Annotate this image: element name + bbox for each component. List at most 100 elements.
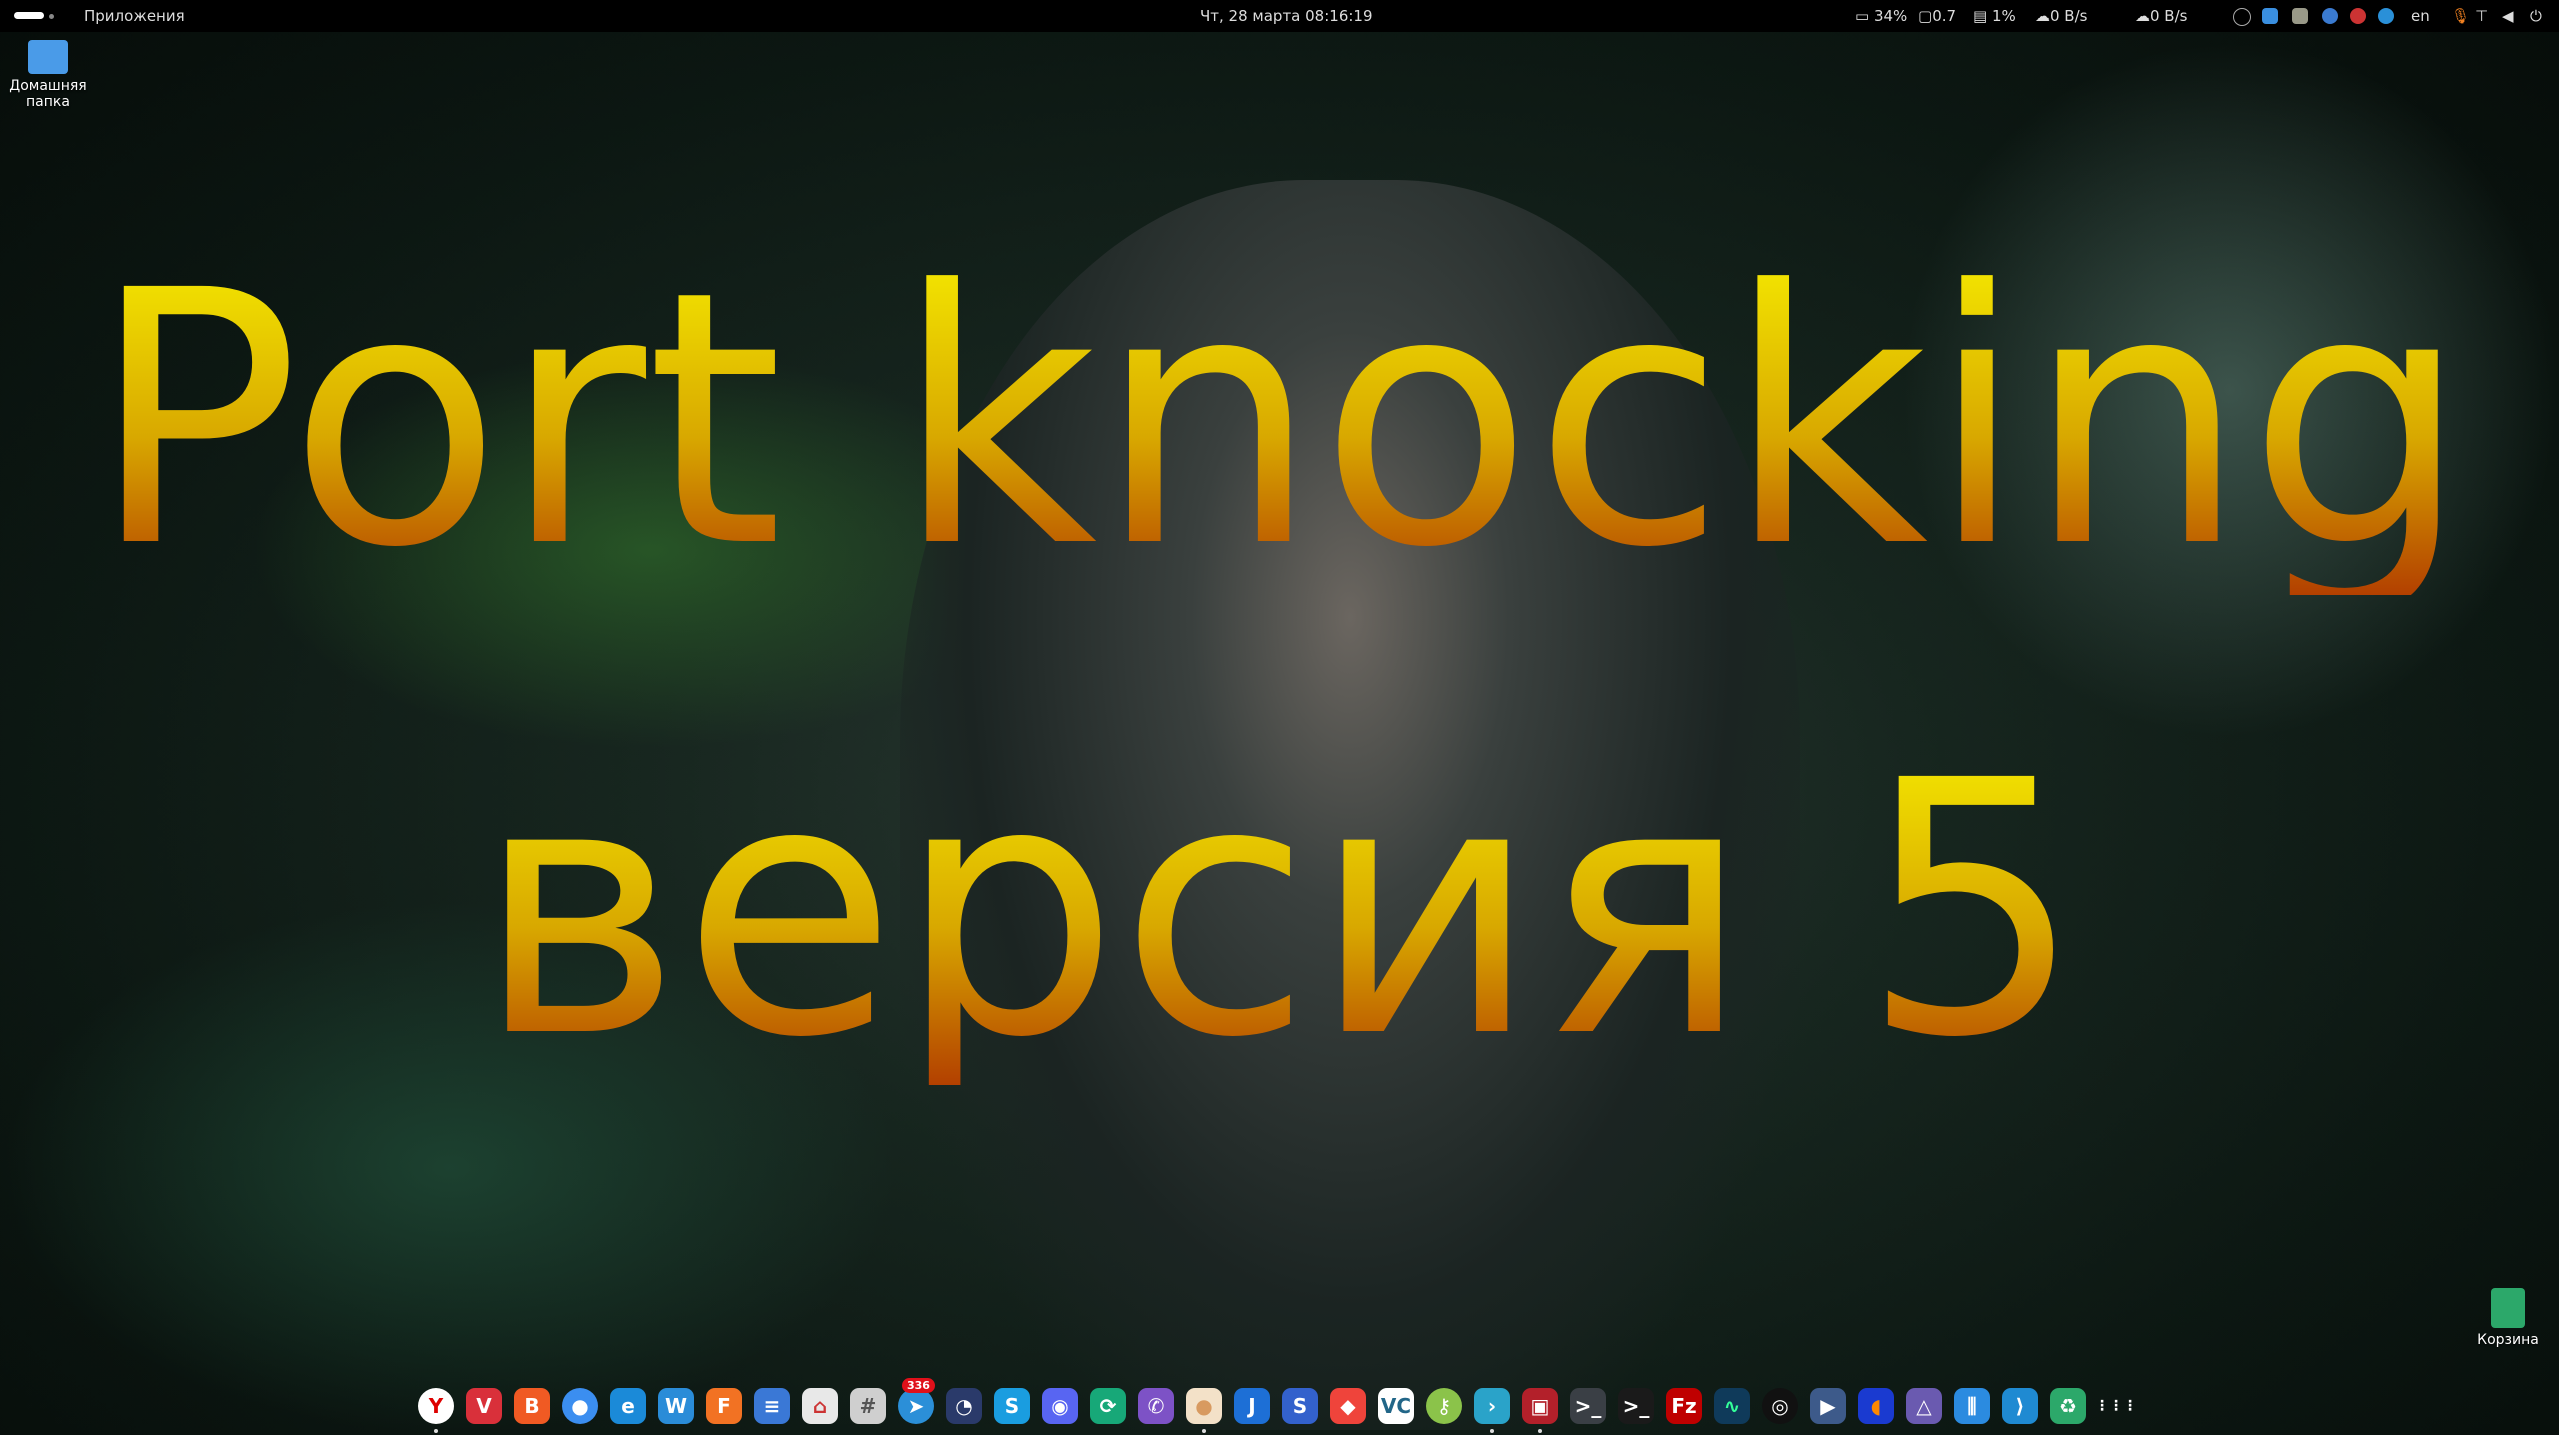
kdenlive-icon: △ (1916, 1394, 1932, 1418)
dock-app-viber[interactable]: ✆ (1138, 1388, 1174, 1424)
jdownloader-icon: J (1248, 1394, 1256, 1418)
dock-app-vivaldi[interactable]: V (466, 1388, 502, 1424)
dock-app-vscode[interactable]: ⟩ (2002, 1388, 2038, 1424)
dock-app-remmina[interactable]: › (1474, 1388, 1510, 1433)
dock-app-filezilla[interactable]: Fz (1666, 1388, 1702, 1424)
dock-app-discord[interactable]: ◉ (1042, 1388, 1078, 1424)
dock: Y V B ● e W F ≡ ⌂ # ➤ 336 ◔ S ◉ ⟳ ✆ ● J S ◆ VC ⚷ › ▣ >_ >_ Fz ∿ ◎ ▶ ◖ △ ⫼… (418, 1378, 2137, 1433)
dock-app-wps[interactable]: W (658, 1388, 694, 1424)
dock-app-kdenlive[interactable]: △ (1906, 1388, 1942, 1424)
show-apps-icon: ⋮⋮⋮ (2095, 1398, 2137, 1414)
dock-app-terminal[interactable]: >_ (1570, 1388, 1606, 1424)
dock-app-screen-recorder[interactable]: ▣ (1522, 1388, 1558, 1433)
cpu-value: 34% (1873, 7, 1908, 25)
tray-app-icon[interactable] (2292, 8, 2308, 24)
upload-indicator[interactable]: ☁0 B/s (2135, 7, 2187, 25)
desktop-trash[interactable]: Корзина (2463, 1288, 2553, 1348)
screen-recorder-icon: ▣ (1530, 1394, 1550, 1418)
dock-app-anydesk[interactable]: ◆ (1330, 1388, 1366, 1424)
anydesk-icon: ◆ (1340, 1394, 1356, 1418)
running-indicator (1202, 1429, 1206, 1433)
brave-icon: B (524, 1394, 540, 1418)
cpu-indicator[interactable]: ▭ 34% (1855, 7, 1907, 25)
dock-app-jdownloader[interactable]: J (1234, 1388, 1270, 1424)
language-indicator[interactable]: en (2411, 7, 2430, 25)
volume-icon[interactable]: ◀ (2502, 7, 2514, 25)
mem-value: 1% (1991, 7, 2016, 25)
system-monitor-icon: ∿ (1723, 1394, 1741, 1418)
remmina-icon: › (1487, 1394, 1497, 1418)
vivaldi-icon: V (476, 1394, 492, 1418)
dock-app-software-store[interactable]: ⌂ (802, 1388, 838, 1424)
tray-record-icon[interactable] (2350, 8, 2366, 24)
notes-icon: ● (1195, 1394, 1213, 1418)
workspace-indicator[interactable] (14, 12, 44, 19)
sync-icon: ⟳ (1099, 1394, 1117, 1418)
dock-app-equalizer[interactable]: ⫼ (1954, 1388, 1990, 1424)
download-indicator[interactable]: ☁0 B/s (2035, 7, 2087, 25)
running-indicator (1538, 1429, 1542, 1433)
dock-app-calculator[interactable]: # (850, 1388, 886, 1424)
obs-icon: ◎ (1771, 1394, 1789, 1418)
dock-app-chrome[interactable]: ● (562, 1388, 598, 1424)
running-indicator (1490, 1429, 1494, 1433)
dock-app-brave[interactable]: B (514, 1388, 550, 1424)
folder-icon (28, 40, 68, 74)
dock-app-edge[interactable]: e (610, 1388, 646, 1424)
dock-app-firefox[interactable]: F (706, 1388, 742, 1424)
power-icon[interactable]: ⏻ (2530, 7, 2542, 25)
edge-icon: e (621, 1394, 635, 1418)
vscode-icon: ⟩ (2015, 1394, 2025, 1418)
cool-retro-term-icon: >_ (1622, 1394, 1650, 1418)
desktop-home-folder[interactable]: Домашняя папка (3, 40, 93, 110)
obs-tray-icon[interactable] (2233, 8, 2251, 26)
trash-icon: ♻ (2059, 1394, 2077, 1418)
trash-label: Корзина (2477, 1332, 2539, 1348)
dock-app-timeshift[interactable]: ◔ (946, 1388, 982, 1424)
load-indicator[interactable]: ▢0.7 (1918, 7, 1956, 25)
dock-app-simplenote[interactable]: S (1282, 1388, 1318, 1424)
dock-app-sync[interactable]: ⟳ (1090, 1388, 1126, 1424)
dock-app-trash[interactable]: ♻ (2050, 1388, 2086, 1424)
dock-app-file-cabinet[interactable]: ≡ (754, 1388, 790, 1424)
clock[interactable]: Чт, 28 марта 08:16:19 (1200, 7, 1373, 25)
tray-app2-icon[interactable] (2322, 8, 2338, 24)
chrome-icon: ● (571, 1394, 589, 1418)
dock-app-system-monitor[interactable]: ∿ (1714, 1388, 1750, 1424)
applications-menu[interactable]: Приложения (84, 7, 185, 25)
discord-icon: ◉ (1051, 1394, 1069, 1418)
network-icon[interactable]: ⊤ (2475, 7, 2488, 25)
tray-d-icon[interactable] (2262, 8, 2278, 24)
wallpaper-title-line1: Port knocking (0, 245, 2559, 595)
filezilla-icon: Fz (1671, 1394, 1697, 1418)
veracrypt-icon: VC (1380, 1394, 1412, 1418)
home-folder-label: Домашняя папка (9, 78, 87, 110)
dock-app-audacity[interactable]: ◖ (1858, 1388, 1894, 1424)
dock-app-yandex-browser[interactable]: Y (418, 1388, 454, 1433)
dock-app-obs[interactable]: ◎ (1762, 1388, 1798, 1424)
telegram-icon: ➤ (907, 1394, 925, 1418)
running-indicator (434, 1429, 438, 1433)
equalizer-icon: ⫼ (1967, 1394, 1977, 1418)
microphone-icon[interactable]: 🎙 (2451, 7, 2470, 25)
keepass-icon: ⚷ (1436, 1394, 1452, 1418)
dock-app-telegram[interactable]: ➤ 336 (898, 1378, 935, 1424)
workspace-dot[interactable] (49, 14, 54, 19)
dock-app-cool-retro-term[interactable]: >_ (1618, 1388, 1654, 1424)
simplenote-icon: S (1292, 1394, 1308, 1418)
dock-app-keepass[interactable]: ⚷ (1426, 1388, 1462, 1424)
terminal-icon: >_ (1574, 1394, 1602, 1418)
memory-indicator[interactable]: ▤ 1% (1973, 7, 2016, 25)
timeshift-icon: ◔ (955, 1394, 973, 1418)
software-store-icon: ⌂ (812, 1394, 828, 1418)
dock-app-show-apps[interactable]: ⋮⋮⋮ (2095, 1388, 2137, 1424)
audacity-icon: ◖ (1870, 1394, 1882, 1418)
load-value: 0.7 (1932, 7, 1957, 25)
dock-app-veracrypt[interactable]: VC (1378, 1388, 1414, 1424)
upload-value: 0 B/s (2150, 7, 2188, 25)
dock-app-skype[interactable]: S (994, 1388, 1030, 1424)
dock-app-ytdownloader[interactable]: ▶ (1810, 1388, 1846, 1424)
tray-globe-icon[interactable] (2378, 8, 2394, 24)
dock-app-notes[interactable]: ● (1186, 1388, 1222, 1433)
file-cabinet-icon: ≡ (763, 1394, 781, 1418)
